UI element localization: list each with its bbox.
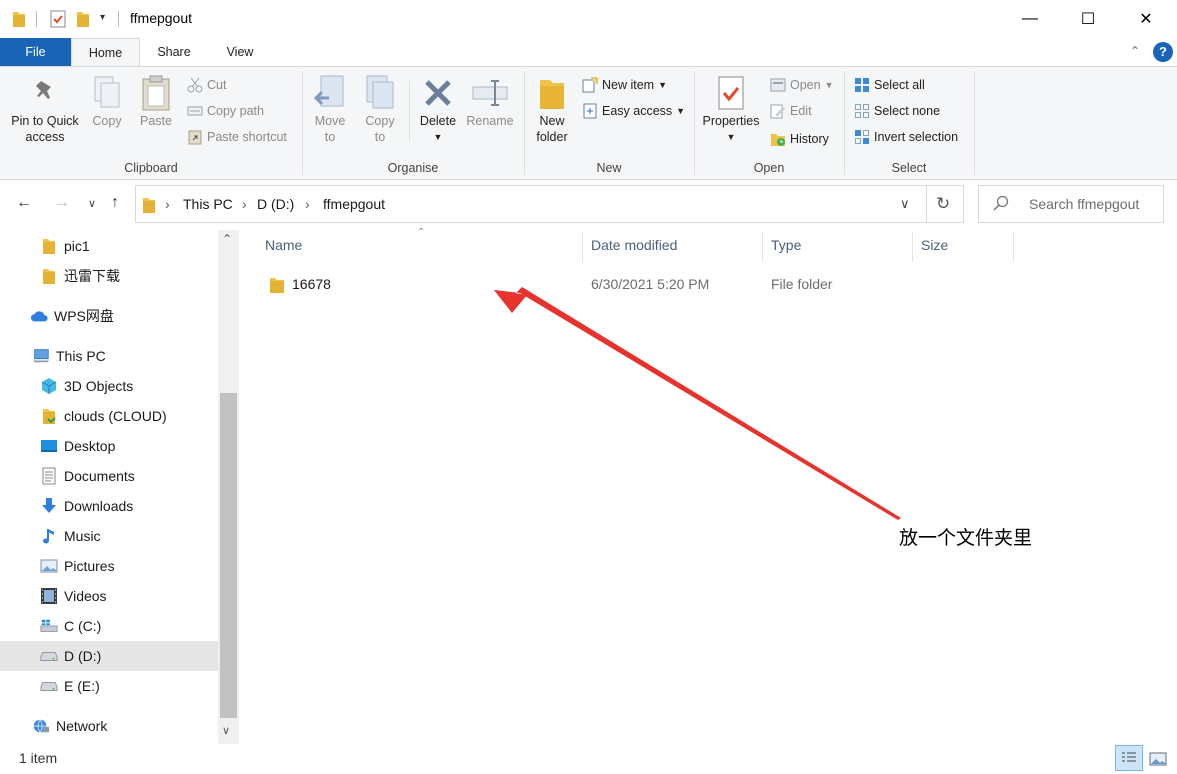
annotation-arrow-shaft [494, 287, 901, 520]
large-icons-view-icon[interactable] [1147, 749, 1169, 769]
item-count: 1 item [19, 750, 58, 766]
status-bar: 1 item [0, 744, 1177, 774]
details-view-icon[interactable] [1115, 745, 1143, 771]
annotation-text: 放一个文件夹里 [899, 527, 1033, 549]
annotation-arrow [494, 287, 901, 520]
